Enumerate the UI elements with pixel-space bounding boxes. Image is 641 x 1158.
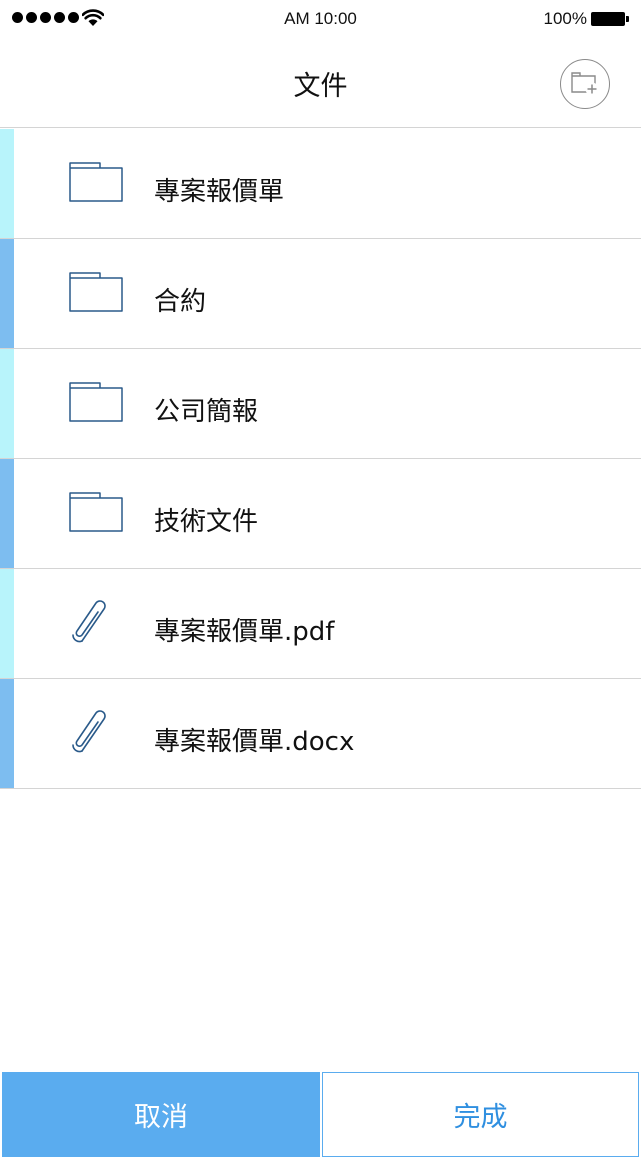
bottom-action-bar: 取消 完成: [0, 1071, 641, 1158]
new-folder-button[interactable]: [560, 59, 610, 109]
row-label: 專案報價單: [154, 177, 285, 207]
row-accent-bar: [0, 569, 14, 678]
folder-row[interactable]: 合約: [0, 239, 641, 349]
row-label: 技術文件: [154, 507, 259, 537]
row-label: 專案報價單.docx: [154, 727, 355, 757]
row-label: 公司簡報: [154, 397, 259, 427]
row-accent-bar: [0, 459, 14, 568]
folder-icon: [68, 159, 124, 207]
paperclip-icon: [68, 707, 124, 761]
folder-row[interactable]: 專案報價單: [0, 129, 641, 239]
status-bar: AM 10:00 100%: [0, 0, 641, 38]
row-label: 專案報價單.pdf: [154, 617, 335, 647]
file-list: 專案報價單合約公司簡報技術文件專案報價單.pdf 專案報價單.docx: [0, 129, 641, 789]
battery-icon: [591, 12, 629, 26]
folder-icon: [68, 379, 124, 427]
nav-header: 文件: [0, 38, 641, 128]
row-accent-bar: [0, 679, 14, 788]
row-accent-bar: [0, 239, 14, 348]
cancel-button[interactable]: 取消: [2, 1072, 320, 1157]
row-accent-bar: [0, 349, 14, 458]
file-row[interactable]: 專案報價單.pdf: [0, 569, 641, 679]
row-label: 合約: [154, 287, 207, 317]
folder-add-icon: [571, 72, 599, 96]
row-accent-bar: [0, 129, 14, 238]
done-button[interactable]: 完成: [322, 1072, 639, 1157]
file-row[interactable]: 專案報價單.docx: [0, 679, 641, 789]
folder-icon: [68, 269, 124, 317]
battery-percent: 100%: [543, 9, 587, 28]
page-title: 文件: [293, 71, 348, 102]
folder-icon: [68, 489, 124, 537]
folder-row[interactable]: 技術文件: [0, 459, 641, 569]
paperclip-icon: [68, 597, 124, 651]
folder-row[interactable]: 公司簡報: [0, 349, 641, 459]
